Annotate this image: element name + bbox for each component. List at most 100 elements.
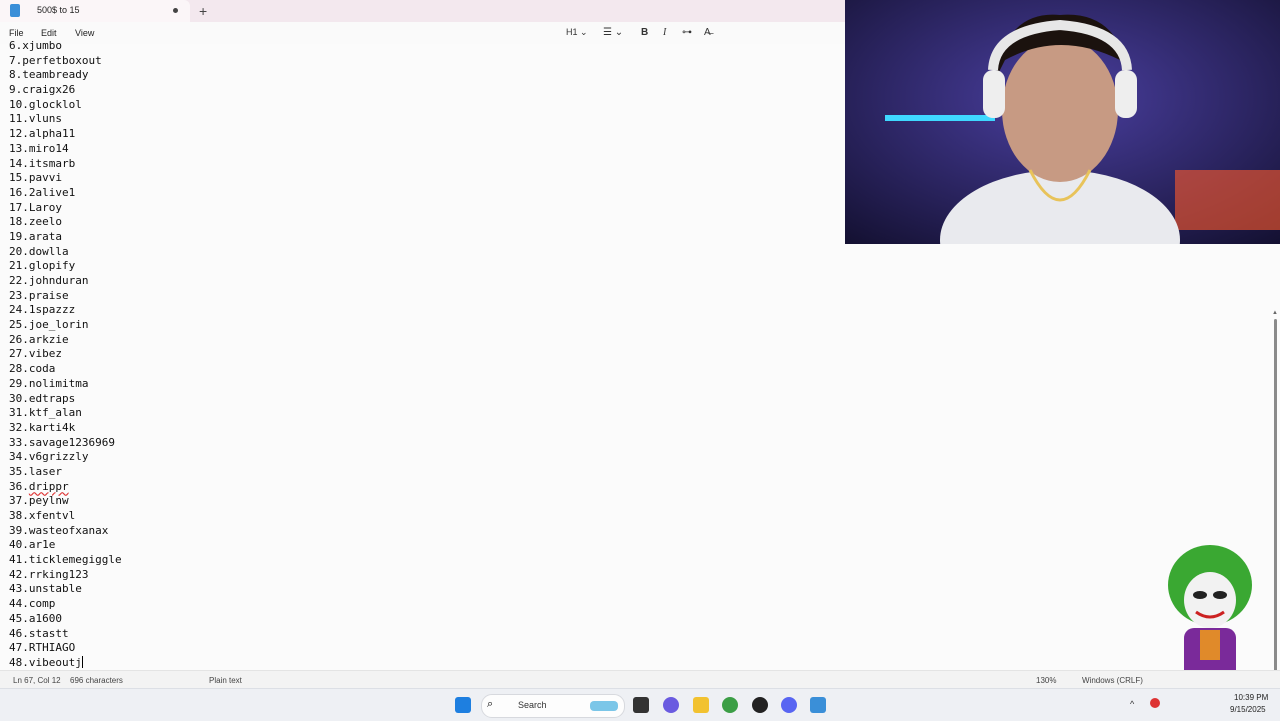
tray-chevron-icon[interactable]: ^ xyxy=(1130,699,1134,709)
tray-app-icon[interactable] xyxy=(1150,698,1160,708)
line-text: 21.glopify xyxy=(9,259,76,273)
text-line[interactable]: 45.a1600 xyxy=(9,612,122,627)
scrollbar-thumb[interactable] xyxy=(1274,319,1277,689)
line-text: 37.peylnw xyxy=(9,494,69,508)
line-text: 25.joe_lorin xyxy=(9,318,89,332)
zoom-level[interactable]: 130% xyxy=(1036,676,1056,685)
clock-time[interactable]: 10:39 PM xyxy=(1234,693,1268,702)
format-indicator[interactable]: Plain text xyxy=(209,676,242,685)
scroll-up-icon[interactable]: ▲ xyxy=(1272,310,1278,316)
text-line[interactable]: 33.savage1236969 xyxy=(9,436,122,451)
clear-formatting-icon[interactable]: A̶ xyxy=(704,27,711,38)
file-explorer-icon[interactable] xyxy=(693,697,709,713)
clock-date[interactable]: 9/15/2025 xyxy=(1230,705,1266,714)
copilot-icon[interactable] xyxy=(663,697,679,713)
text-line[interactable]: 30.edtraps xyxy=(9,392,122,407)
text-line[interactable]: 26.arkzie xyxy=(9,333,122,348)
text-line[interactable]: 10.glocklol xyxy=(9,98,122,113)
text-line[interactable]: 40.ar1e xyxy=(9,538,122,553)
chevron-down-icon: ⌄ xyxy=(614,27,624,38)
line-text: 41.ticklemegiggle xyxy=(9,553,122,567)
text-line[interactable]: 47.RTHIAGO xyxy=(9,641,122,656)
notepad-icon xyxy=(10,4,20,17)
text-line[interactable]: 18.zeelo xyxy=(9,215,122,230)
misspelled-word[interactable]: drippr xyxy=(29,480,69,493)
menu-edit[interactable]: Edit xyxy=(41,28,57,38)
cursor-position: Ln 67, Col 12 xyxy=(13,676,61,685)
text-line[interactable]: 38.xfentvl xyxy=(9,509,122,524)
notepad-taskbar-icon[interactable] xyxy=(810,697,826,713)
chevron-down-icon: ⌄ xyxy=(580,27,588,37)
text-line[interactable]: 43.unstable xyxy=(9,582,122,597)
task-view-icon[interactable] xyxy=(633,697,649,713)
line-text: 30.edtraps xyxy=(9,391,76,405)
text-line[interactable]: 8.teambready xyxy=(9,68,122,83)
text-line[interactable]: 27.vibez xyxy=(9,347,122,362)
text-line[interactable]: 39.wasteofxanax xyxy=(9,524,122,539)
text-line[interactable]: 13.miro14 xyxy=(9,142,122,157)
chrome-icon[interactable] xyxy=(722,697,738,713)
text-line[interactable]: 14.itsmarb xyxy=(9,157,122,172)
text-line[interactable]: 31.ktf_alan xyxy=(9,406,122,421)
link-icon[interactable]: ⊶ xyxy=(682,27,692,38)
title-bar: 500$ to 15 + xyxy=(0,0,845,22)
text-line[interactable]: 41.ticklemegiggle xyxy=(9,553,122,568)
text-line[interactable]: 25.joe_lorin xyxy=(9,318,122,333)
text-line[interactable]: 11.vluns xyxy=(9,112,122,127)
text-line[interactable]: 21.glopify xyxy=(9,259,122,274)
webcam-image xyxy=(845,0,1280,244)
line-text: 11.vluns xyxy=(9,112,62,126)
text-line[interactable]: 36.drippr xyxy=(9,480,122,495)
line-text: 45.a1600 xyxy=(9,611,62,625)
text-line[interactable]: 24.1spazzz xyxy=(9,303,122,318)
text-line[interactable]: 34.v6grizzly xyxy=(9,450,122,465)
line-text: 46.stastt xyxy=(9,626,69,640)
notepad-tab[interactable]: 500$ to 15 xyxy=(0,0,190,22)
new-tab-icon[interactable]: + xyxy=(199,3,207,19)
text-line[interactable]: 29.nolimitma xyxy=(9,377,122,392)
text-line[interactable]: 17.Laroy xyxy=(9,201,122,216)
text-line[interactable]: 35.laser xyxy=(9,465,122,480)
line-text: 22.johnduran xyxy=(9,274,89,287)
discord-icon[interactable] xyxy=(781,697,797,713)
text-line[interactable]: 42.rrking123 xyxy=(9,568,122,583)
line-text: 17.Laroy xyxy=(9,200,62,214)
heading-dropdown[interactable]: H1 ⌄ xyxy=(566,27,588,38)
menu-view[interactable]: View xyxy=(75,28,94,38)
line-text: 42.rrking123 xyxy=(9,567,89,581)
text-line[interactable]: 20.dowlla xyxy=(9,245,122,260)
start-icon[interactable] xyxy=(455,697,471,713)
text-line[interactable]: 7.perfetboxout xyxy=(9,54,122,69)
text-line[interactable]: 15.pavvi xyxy=(9,171,122,186)
unsaved-dot-icon[interactable] xyxy=(173,8,178,13)
text-line[interactable]: 9.craigx26 xyxy=(9,83,122,98)
text-line[interactable]: 48.vibeoutj xyxy=(9,655,122,671)
italic-icon[interactable]: I xyxy=(663,27,666,38)
list-dropdown[interactable]: ☰ ⌄ xyxy=(603,27,623,38)
line-ending[interactable]: Windows (CRLF) xyxy=(1082,676,1143,685)
text-caret xyxy=(81,655,83,668)
line-text: 40.ar1e xyxy=(9,538,56,552)
text-line[interactable]: 28.coda xyxy=(9,362,122,377)
line-text: 24.1spazzz xyxy=(9,303,76,317)
text-line[interactable]: 19.arata xyxy=(9,230,122,245)
text-line[interactable]: 6.xjumbo xyxy=(9,39,122,54)
text-line[interactable]: 37.peylnw xyxy=(9,494,122,509)
menu-file[interactable]: File xyxy=(9,28,24,38)
text-line[interactable]: 12.alpha11 xyxy=(9,127,122,142)
text-line[interactable]: 16.2alive1 xyxy=(9,186,122,201)
text-line[interactable]: 23.praise xyxy=(9,289,122,304)
text-line[interactable]: 22.johnduran xyxy=(9,274,122,289)
text-line[interactable]: 44.comp xyxy=(9,597,122,612)
bold-icon[interactable]: B xyxy=(641,27,648,38)
taskbar-search[interactable]: ⌕ Search xyxy=(481,694,625,718)
app-icon[interactable] xyxy=(752,697,768,713)
line-text: 31.ktf_alan xyxy=(9,406,82,420)
line-text: 48.vibeoutj xyxy=(9,655,82,669)
line-text: 44.comp xyxy=(9,597,56,611)
editor-text[interactable]: 6.xjumbo 7.perfetboxout 8.teambready 9.crai… xyxy=(9,39,122,671)
text-line[interactable]: 46.stastt xyxy=(9,627,122,642)
text-line[interactable]: 32.karti4k xyxy=(9,421,122,436)
webcam-overlay xyxy=(845,0,1280,244)
tab-title: 500$ to 15 xyxy=(37,5,80,15)
